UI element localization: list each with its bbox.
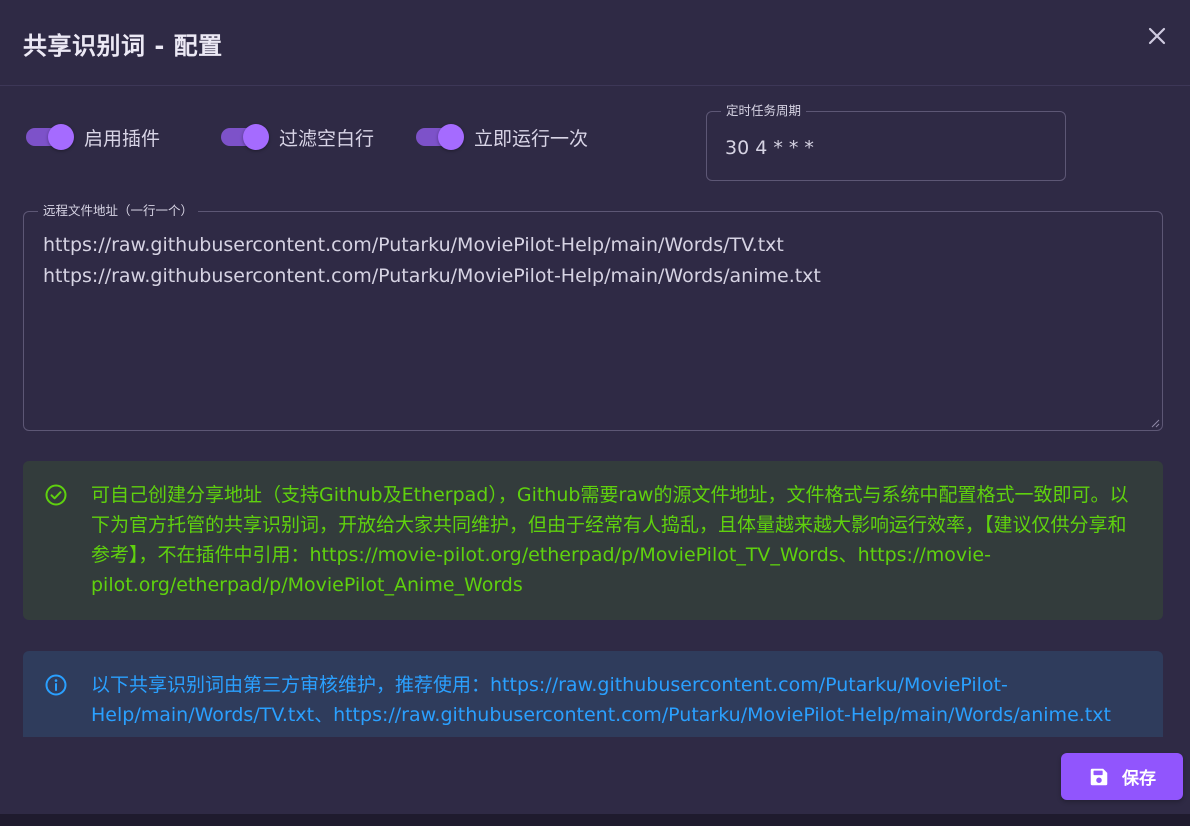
switch-track[interactable]: [221, 124, 269, 150]
cron-input[interactable]: [725, 134, 1045, 162]
dialog-title: 共享识别词 - 配置: [23, 32, 223, 60]
switch-thumb[interactable]: [48, 124, 74, 150]
dialog-header: 共享识别词 - 配置: [0, 0, 1190, 86]
run-once-label: 立即运行一次: [474, 127, 589, 150]
success-alert: 可自己创建分享地址（支持Github及Etherpad），Github需要raw…: [23, 461, 1163, 620]
switch-track[interactable]: [26, 124, 74, 150]
switch-track[interactable]: [416, 124, 464, 150]
switch-thumb[interactable]: [438, 124, 464, 150]
remote-urls-textarea[interactable]: https://raw.githubusercontent.com/Putark…: [43, 230, 1143, 292]
switch-thumb[interactable]: [243, 124, 269, 150]
remote-urls-label: 远程文件地址（一行一个）: [38, 203, 199, 219]
success-alert-text: 可自己创建分享地址（支持Github及Etherpad），Github需要raw…: [91, 484, 1129, 596]
resize-handle-icon[interactable]: [1150, 418, 1160, 428]
save-button[interactable]: 保存: [1061, 753, 1183, 800]
info-circle-icon: [45, 674, 67, 696]
enable-plugin-label: 启用插件: [84, 127, 161, 150]
config-dialog: 共享识别词 - 配置 启用插件 过滤空白行 立即运行一次 定时任务周期 远程文件: [0, 0, 1190, 814]
floppy-disk-icon: [1090, 768, 1108, 785]
run-once-switch[interactable]: 立即运行一次: [416, 123, 588, 151]
dialog-content: 启用插件 过滤空白行 立即运行一次 定时任务周期 远程文件地址（一行一个） ht…: [0, 87, 1190, 737]
save-button-label: 保存: [1122, 769, 1156, 789]
filter-blank-lines-label: 过滤空白行: [279, 127, 375, 150]
info-alert: 以下共享识别词由第三方审核维护，推荐使用：https://raw.githubu…: [23, 651, 1163, 737]
close-icon[interactable]: [1145, 24, 1169, 48]
cron-field-label: 定时任务周期: [721, 103, 807, 119]
check-circle-icon: [45, 484, 67, 506]
remote-urls-field[interactable]: 远程文件地址（一行一个） https://raw.githubuserconte…: [23, 203, 1163, 431]
window-bottom-edge: [0, 814, 1190, 826]
info-alert-text: 以下共享识别词由第三方审核维护，推荐使用：https://raw.githubu…: [91, 674, 1111, 726]
cron-field: 定时任务周期: [706, 103, 1066, 181]
filter-blank-lines-switch[interactable]: 过滤空白行: [221, 123, 374, 151]
enable-plugin-switch[interactable]: 启用插件: [26, 123, 160, 151]
dialog-footer: 保存: [0, 737, 1190, 814]
